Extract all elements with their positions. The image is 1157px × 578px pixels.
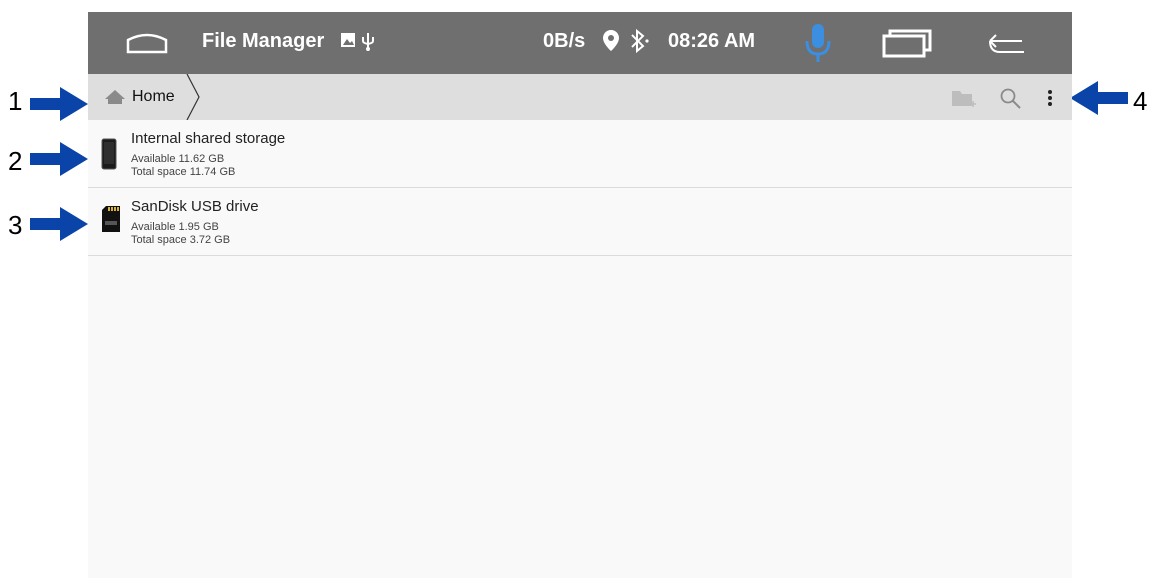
status-bar: File Manager 0B/s 08:26 AM	[88, 12, 1072, 74]
location-icon	[603, 30, 619, 51]
recent-apps-icon[interactable]	[882, 28, 934, 58]
clock: 08:26 AM	[668, 30, 756, 52]
overflow-menu-icon[interactable]	[1044, 86, 1056, 110]
breadcrumb: Home	[88, 74, 1072, 120]
breadcrumb-home[interactable]: Home	[104, 74, 175, 120]
microphone-icon[interactable]	[804, 22, 832, 64]
home-icon	[105, 90, 125, 104]
callout-number-2: 2	[8, 146, 23, 176]
storage-list: Internal shared storage Available 11.62 …	[88, 120, 1072, 256]
list-item-internal-storage[interactable]: Internal shared storage Available 11.62 …	[88, 120, 1072, 188]
search-icon[interactable]	[998, 86, 1024, 110]
callout-arrow-2-icon	[30, 142, 88, 176]
callout-arrow-4-icon	[1070, 81, 1128, 115]
notification-icons	[341, 33, 374, 51]
usb-icon	[362, 33, 374, 51]
sd-card-icon	[102, 206, 120, 232]
callout-arrow-1-icon	[30, 87, 88, 121]
callout-number-3: 3	[8, 210, 23, 240]
nav-home-icon[interactable]	[126, 30, 168, 56]
storage-total: Total space 11.74 GB	[131, 166, 236, 178]
list-item-usb-drive[interactable]: SanDisk USB drive Available 1.95 GB Tota…	[88, 188, 1072, 256]
storage-available: Available 11.62 GB	[131, 153, 225, 165]
network-speed: 0B/s	[543, 30, 586, 52]
storage-available: Available 1.95 GB	[131, 221, 219, 233]
storage-total: Total space 3.72 GB	[131, 234, 231, 246]
phone-storage-icon	[101, 138, 117, 170]
new-folder-icon[interactable]	[950, 86, 978, 110]
device-screen: File Manager 0B/s 08:26 AM Home Internal…	[88, 12, 1072, 578]
breadcrumb-home-label: Home	[132, 88, 175, 105]
storage-name: Internal shared storage	[131, 130, 286, 147]
image-notification-icon	[341, 33, 355, 47]
callout-arrow-3-icon	[30, 207, 88, 241]
bluetooth-icon	[631, 28, 649, 54]
storage-name: SanDisk USB drive	[131, 198, 259, 215]
back-icon[interactable]	[984, 30, 1030, 56]
app-title: File Manager	[202, 30, 325, 52]
chevron-right-icon	[186, 74, 200, 120]
callout-number-4: 4	[1133, 86, 1148, 116]
callout-number-1: 1	[8, 86, 23, 116]
